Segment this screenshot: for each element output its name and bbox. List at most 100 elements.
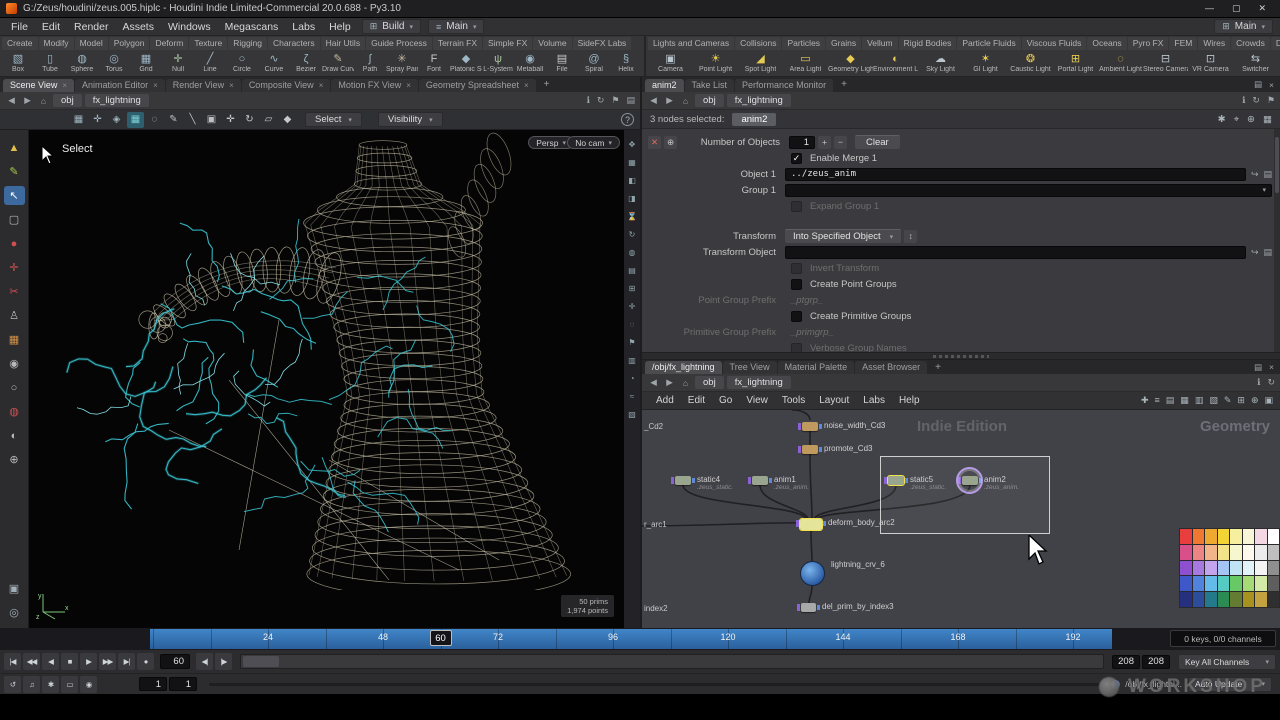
network-menu-item[interactable]: Edit [681, 395, 712, 406]
pane-menu-icon[interactable]: ▤ [1254, 79, 1262, 90]
viewport-tool-icon[interactable]: ⊕ [4, 450, 25, 469]
playbar-option-icon[interactable]: ♫ [23, 676, 40, 693]
transport-button[interactable]: ◀◀ [23, 653, 40, 670]
playback-range-slider[interactable] [240, 654, 1104, 669]
shelf-tab[interactable]: Create [2, 37, 38, 50]
stepper-plus-button[interactable]: + [818, 136, 831, 149]
color-swatch[interactable] [1243, 529, 1255, 544]
select-mode-dropdown[interactable]: Select ▾ [305, 112, 362, 127]
camera-dropdown[interactable]: No cam▾ [567, 136, 620, 149]
forward-icon[interactable]: ▶ [663, 377, 676, 388]
right-take-selector[interactable]: ⊞ Main ▾ [1214, 19, 1273, 34]
shelf-tool[interactable]: ✛ Null [162, 50, 194, 76]
shelf-tool[interactable]: ▯ Tube [34, 50, 66, 76]
color-swatch[interactable] [1205, 592, 1217, 607]
node-noise_width_Cd3[interactable] [802, 422, 818, 431]
enable-merge-checkbox[interactable]: ✓ [791, 153, 802, 164]
display-option-icon[interactable]: ▥ [628, 356, 636, 365]
shelf-tab[interactable]: Oceans [1087, 37, 1126, 50]
shelf-tool[interactable]: ◆ Geometry Light [828, 50, 873, 76]
range-start-field[interactable]: 1 [139, 677, 167, 691]
forward-icon[interactable]: ▶ [663, 95, 676, 106]
close-icon[interactable]: × [153, 81, 158, 90]
take-selector[interactable]: ≡ Main ▾ [428, 19, 484, 34]
shelf-tool[interactable]: ◐ Environment Light [873, 50, 918, 76]
viewport-toolbar-icon[interactable]: ▣ [203, 112, 220, 128]
color-swatch[interactable] [1268, 561, 1280, 576]
open-chooser-icon[interactable]: ▤ [1263, 169, 1272, 180]
params-scrollbar[interactable] [1274, 129, 1280, 352]
home-icon[interactable]: ⌂ [679, 378, 692, 388]
pane-tab[interactable]: Material Palette [778, 361, 855, 374]
network-toolbar-icon[interactable]: ▦ [1180, 395, 1189, 406]
color-swatch[interactable] [1268, 545, 1280, 560]
back-icon[interactable]: ◀ [5, 95, 18, 106]
desktop-selector[interactable]: ⊞ Build ▾ [362, 19, 421, 34]
range-start-field[interactable]: 1 [169, 677, 197, 691]
viewport-tool-icon[interactable]: ▣ [4, 579, 25, 598]
viewport-toolbar-icon[interactable]: ◆ [279, 112, 296, 128]
viewport-tool-icon[interactable]: ▦ [4, 330, 25, 349]
visibility-dropdown[interactable]: Visibility ▾ [378, 112, 443, 127]
color-swatch[interactable] [1180, 561, 1192, 576]
network-menu-item[interactable]: Help [892, 395, 927, 406]
pane-tab[interactable]: Asset Browser [855, 361, 927, 374]
color-swatch[interactable] [1230, 561, 1242, 576]
color-swatch[interactable] [1193, 561, 1205, 576]
viewport-tool-icon[interactable]: ↖ [4, 186, 25, 205]
network-toolbar-icon[interactable]: ⊕ [1251, 395, 1259, 406]
stepper-minus-button[interactable]: − [834, 136, 847, 149]
color-swatch[interactable] [1255, 529, 1267, 544]
viewport-toolbar-icon[interactable]: ✎ [165, 112, 182, 128]
transport-button[interactable]: |◀ [4, 653, 21, 670]
create-prim-groups-checkbox[interactable] [791, 311, 802, 322]
display-option-icon[interactable]: ⌛ [627, 212, 637, 221]
color-swatch[interactable] [1193, 529, 1205, 544]
color-swatch[interactable] [1243, 545, 1255, 560]
close-icon[interactable]: × [406, 81, 411, 90]
shelf-tab[interactable]: FEM [1169, 37, 1197, 50]
viewport-tool-icon[interactable]: ◍ [4, 402, 25, 421]
display-option-icon[interactable]: ▤ [628, 266, 636, 275]
network-menu-item[interactable]: Tools [775, 395, 812, 406]
shelf-tab[interactable]: Modify [39, 37, 74, 50]
shelf-tool[interactable]: @ Spiral [578, 50, 610, 76]
viewport-tool-icon[interactable]: ● [4, 234, 25, 253]
color-swatch[interactable] [1255, 545, 1267, 560]
viewport-tool-icon[interactable]: ▲ [4, 138, 25, 157]
menu-item[interactable]: Render [67, 20, 115, 34]
playbar-option-icon[interactable]: ◉ [80, 676, 97, 693]
viewport-tool-icon[interactable]: ◐ [4, 426, 25, 445]
color-swatch[interactable] [1205, 561, 1217, 576]
frame-nav-button[interactable]: ◀| [196, 653, 213, 670]
shelf-tab[interactable]: SideFX Labs [573, 37, 632, 50]
color-swatch[interactable] [1205, 529, 1217, 544]
menu-item[interactable]: Edit [35, 20, 67, 34]
viewport-canvas[interactable]: Select Persp▾ No cam▾ 50 prims 1,974 poi… [29, 130, 624, 628]
close-icon[interactable]: × [1269, 80, 1274, 90]
back-icon[interactable]: ◀ [647, 377, 660, 388]
node-chooser-icon[interactable]: ↪ [1251, 247, 1259, 258]
shelf-tab[interactable]: Rigid Bodies [899, 37, 957, 50]
shelf-tool[interactable]: F Font [418, 50, 450, 76]
color-swatch[interactable] [1193, 576, 1205, 591]
menu-item[interactable]: Help [322, 20, 358, 34]
pane-tab[interactable]: Tree View [723, 361, 777, 374]
home-icon[interactable]: ⌂ [37, 96, 50, 106]
current-frame-field[interactable]: 60 [160, 654, 190, 669]
shelf-tab[interactable]: Terrain FX [433, 37, 482, 50]
shelf-tool[interactable]: ☀ Point Light [693, 50, 738, 76]
shelf-tab[interactable]: Viscous Fluids [1022, 37, 1087, 50]
shelf-tab[interactable]: Volume [533, 37, 571, 50]
node-lightning_crv_6[interactable] [800, 561, 825, 586]
transform-combo[interactable]: Into Specified Object ▾ [785, 229, 901, 243]
color-swatch[interactable] [1193, 592, 1205, 607]
shelf-tool[interactable]: ⊟ Stereo Camera [1143, 50, 1188, 76]
network-toolbar-icon[interactable]: ▥ [1195, 395, 1204, 406]
shelf-tab[interactable]: Model [75, 37, 108, 50]
transport-button[interactable]: ▶ [80, 653, 97, 670]
selected-node-chip[interactable]: anim2 [732, 113, 776, 126]
close-icon[interactable]: × [1269, 362, 1274, 372]
close-icon[interactable]: × [319, 81, 324, 90]
shelf-tab[interactable]: Polygon [109, 37, 150, 50]
